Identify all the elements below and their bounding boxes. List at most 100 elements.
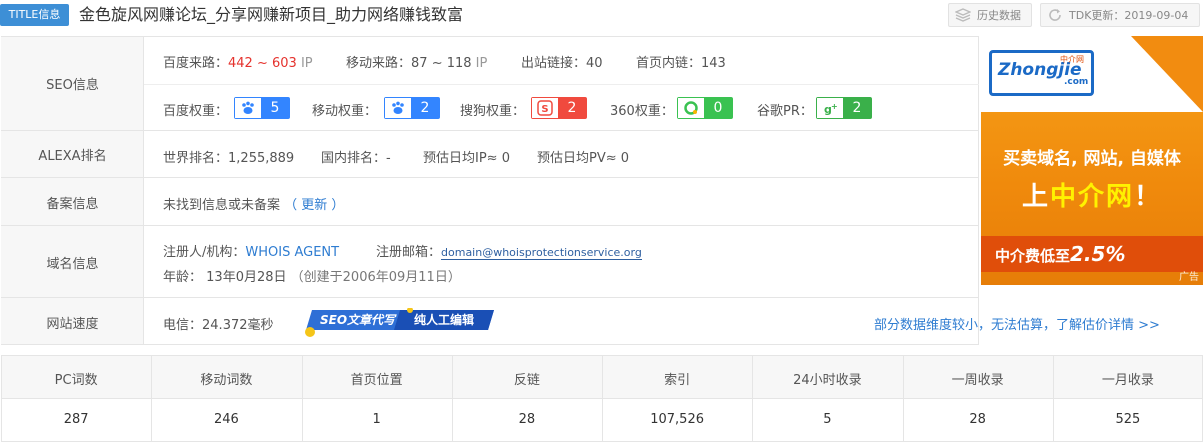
alexa-domestic-label: 国内排名： xyxy=(321,151,387,166)
alexa-world-value: 1,255,889 xyxy=(228,151,295,166)
so360-weight-badge[interactable]: 0 xyxy=(677,97,733,119)
stats-value-cell: 525 xyxy=(1115,412,1141,427)
tdk-update-label: TDK更新：2019-09-04 xyxy=(1069,9,1189,22)
so360-weight-value: 0 xyxy=(704,98,732,118)
paw-icon xyxy=(385,98,411,118)
ad-line3-pct: 2.5% xyxy=(1070,242,1126,266)
seo-writing-banner[interactable]: SEO文章代写 纯人工编辑 xyxy=(304,308,496,337)
inlinks-label: 首页内链： xyxy=(636,56,702,71)
baidu-weight-badge[interactable]: 5 xyxy=(234,97,290,119)
title-badge: TITLE信息 xyxy=(0,4,69,26)
icp-text: 未找到信息或未备案 xyxy=(163,198,281,213)
sogou-weight-badge[interactable]: S 2 xyxy=(531,97,587,119)
stats-value-cell: 28 xyxy=(518,412,536,427)
stats-header-cell: 一周收录 xyxy=(951,373,1004,388)
domain-age: 年龄： 13年0月28日 （创建于2006年09月11日） xyxy=(163,266,461,285)
stats-column-divider xyxy=(902,356,904,441)
baidu-traffic: 百度来路：442 ~ 603 IP xyxy=(163,52,313,71)
stack-icon xyxy=(955,8,971,22)
ad-line2-post: ！ xyxy=(1134,182,1163,212)
telecom-speed: 电信：24.372毫秒 xyxy=(163,314,274,333)
ad-banner[interactable]: Zhongjie 中介网 .com 买卖域名, 网站, 自媒体 上中介网！ 中介… xyxy=(981,36,1203,285)
email-link[interactable]: domain@whoisprotectionservice.org xyxy=(441,246,642,260)
domain-label: 域名信息 xyxy=(46,257,99,272)
ad-line1: 买卖域名, 网站, 自媒体 xyxy=(1003,149,1181,169)
mobile-traffic-unit: IP xyxy=(475,56,488,71)
sogou-weight-value: 2 xyxy=(558,98,586,118)
icp-label: 备案信息 xyxy=(46,197,99,212)
alexa-domestic-value: - xyxy=(386,151,391,166)
ad-line3: 中介费低至2.5% xyxy=(995,242,1125,266)
seo-label: SEO信息 xyxy=(46,78,99,93)
mobile-weight-badge[interactable]: 2 xyxy=(384,97,440,119)
stats-header-cell: 索引 xyxy=(664,373,691,388)
registrant: 注册人/机构：WHOIS AGENT xyxy=(163,241,339,260)
baidu-traffic-label: 百度来路： xyxy=(163,56,229,71)
logo-domain: .com xyxy=(1064,77,1089,87)
row-divider xyxy=(1,130,979,131)
paw-icon xyxy=(235,98,261,118)
svg-text:+: + xyxy=(831,102,838,111)
baidu-traffic-value: 442 ~ 603 xyxy=(228,56,297,71)
telecom-value: 24.372毫秒 xyxy=(202,318,274,333)
stats-value-cell: 28 xyxy=(969,412,986,427)
logo-sub: 中介网 xyxy=(1060,55,1084,64)
google-pr-badge[interactable]: g + 2 xyxy=(816,97,872,119)
stats-header-cell: 一月收录 xyxy=(1101,373,1154,388)
stats-header-cell: 反链 xyxy=(513,373,540,388)
alexa-domestic: 国内排名：- xyxy=(321,147,391,166)
stats-value-cell: 107,526 xyxy=(650,412,704,427)
alexa-pv: 预估日均PV≈ 0 xyxy=(537,147,629,166)
mobile-traffic-value: 87 ~ 118 xyxy=(411,56,472,71)
google-pr-value: 2 xyxy=(843,98,871,118)
row-divider xyxy=(1,177,979,178)
svg-text:S: S xyxy=(541,104,548,115)
stats-value-cell: 246 xyxy=(213,412,239,427)
stats-header-cell: PC词数 xyxy=(54,373,98,388)
zhongjie-logo: Zhongjie 中介网 .com xyxy=(989,50,1094,96)
telecom-label: 电信： xyxy=(163,318,203,333)
alexa-ip: 预估日均IP≈ 0 xyxy=(423,147,510,166)
alexa-ip-value: 0 xyxy=(501,151,510,166)
tdk-update-button[interactable]: TDK更新：2019-09-04 xyxy=(1040,3,1200,27)
stats-header-cell: 24小时收录 xyxy=(793,373,862,388)
banner-left-text: SEO文章代写 xyxy=(320,313,396,327)
inner-divider xyxy=(144,84,979,85)
created-date: （创建于2006年09月11日） xyxy=(290,270,461,285)
registrant-link[interactable]: WHOIS AGENT xyxy=(245,245,339,260)
alexa-pv-value: 0 xyxy=(620,151,630,166)
google-plus-icon: g + xyxy=(817,98,843,118)
sogou-icon: S xyxy=(532,98,558,118)
stats-value-cell: 1 xyxy=(372,412,381,427)
stats-column-divider xyxy=(1052,356,1054,441)
ad-tag: 广告 xyxy=(1179,272,1199,283)
valuation-detail-link[interactable]: 部分数据维度较小，无法估算，了解估价详情 >> xyxy=(874,314,1160,333)
refresh-icon xyxy=(1049,9,1061,21)
stats-column-divider xyxy=(602,356,603,441)
banner-right-text: 纯人工编辑 xyxy=(414,313,475,327)
icp-update-link[interactable]: （ 更新 ） xyxy=(284,198,344,213)
mobile-traffic: 移动来路：87 ~ 118 IP xyxy=(346,52,487,71)
alexa-pv-label: 预估日均PV≈ xyxy=(537,151,617,166)
so360-weight-label: 360权重： xyxy=(610,104,674,119)
registrant-label: 注册人/机构： xyxy=(163,245,246,260)
stats-value-cell: 287 xyxy=(63,412,89,427)
mobile-weight-value: 2 xyxy=(411,98,439,118)
stats-column-divider xyxy=(151,356,153,441)
mobile-traffic-label: 移动来路： xyxy=(346,56,412,71)
row-divider xyxy=(1,225,979,226)
alexa-world-label: 世界排名： xyxy=(163,151,229,166)
info-table xyxy=(1,36,979,345)
page-title: 金色旋风网赚论坛_分享网赚新项目_助力网络赚钱致富 xyxy=(79,5,464,24)
registrant-email: 注册邮箱：domain@whoisprotectionservice.org xyxy=(376,241,642,260)
mobile-weight-label: 移动权重： xyxy=(312,104,378,119)
so360-icon xyxy=(678,98,704,118)
history-data-button[interactable]: 历史数据 xyxy=(948,3,1032,27)
google-pr-label: 谷歌PR： xyxy=(757,104,813,119)
age-label: 年龄： xyxy=(163,270,203,285)
baidu-traffic-unit: IP xyxy=(300,56,313,71)
alexa-ip-label: 预估日均IP≈ xyxy=(423,151,498,166)
alexa-label: ALEXA排名 xyxy=(38,149,107,164)
age-value: 13年0月28日 xyxy=(206,270,287,285)
stats-column-divider xyxy=(301,356,303,441)
